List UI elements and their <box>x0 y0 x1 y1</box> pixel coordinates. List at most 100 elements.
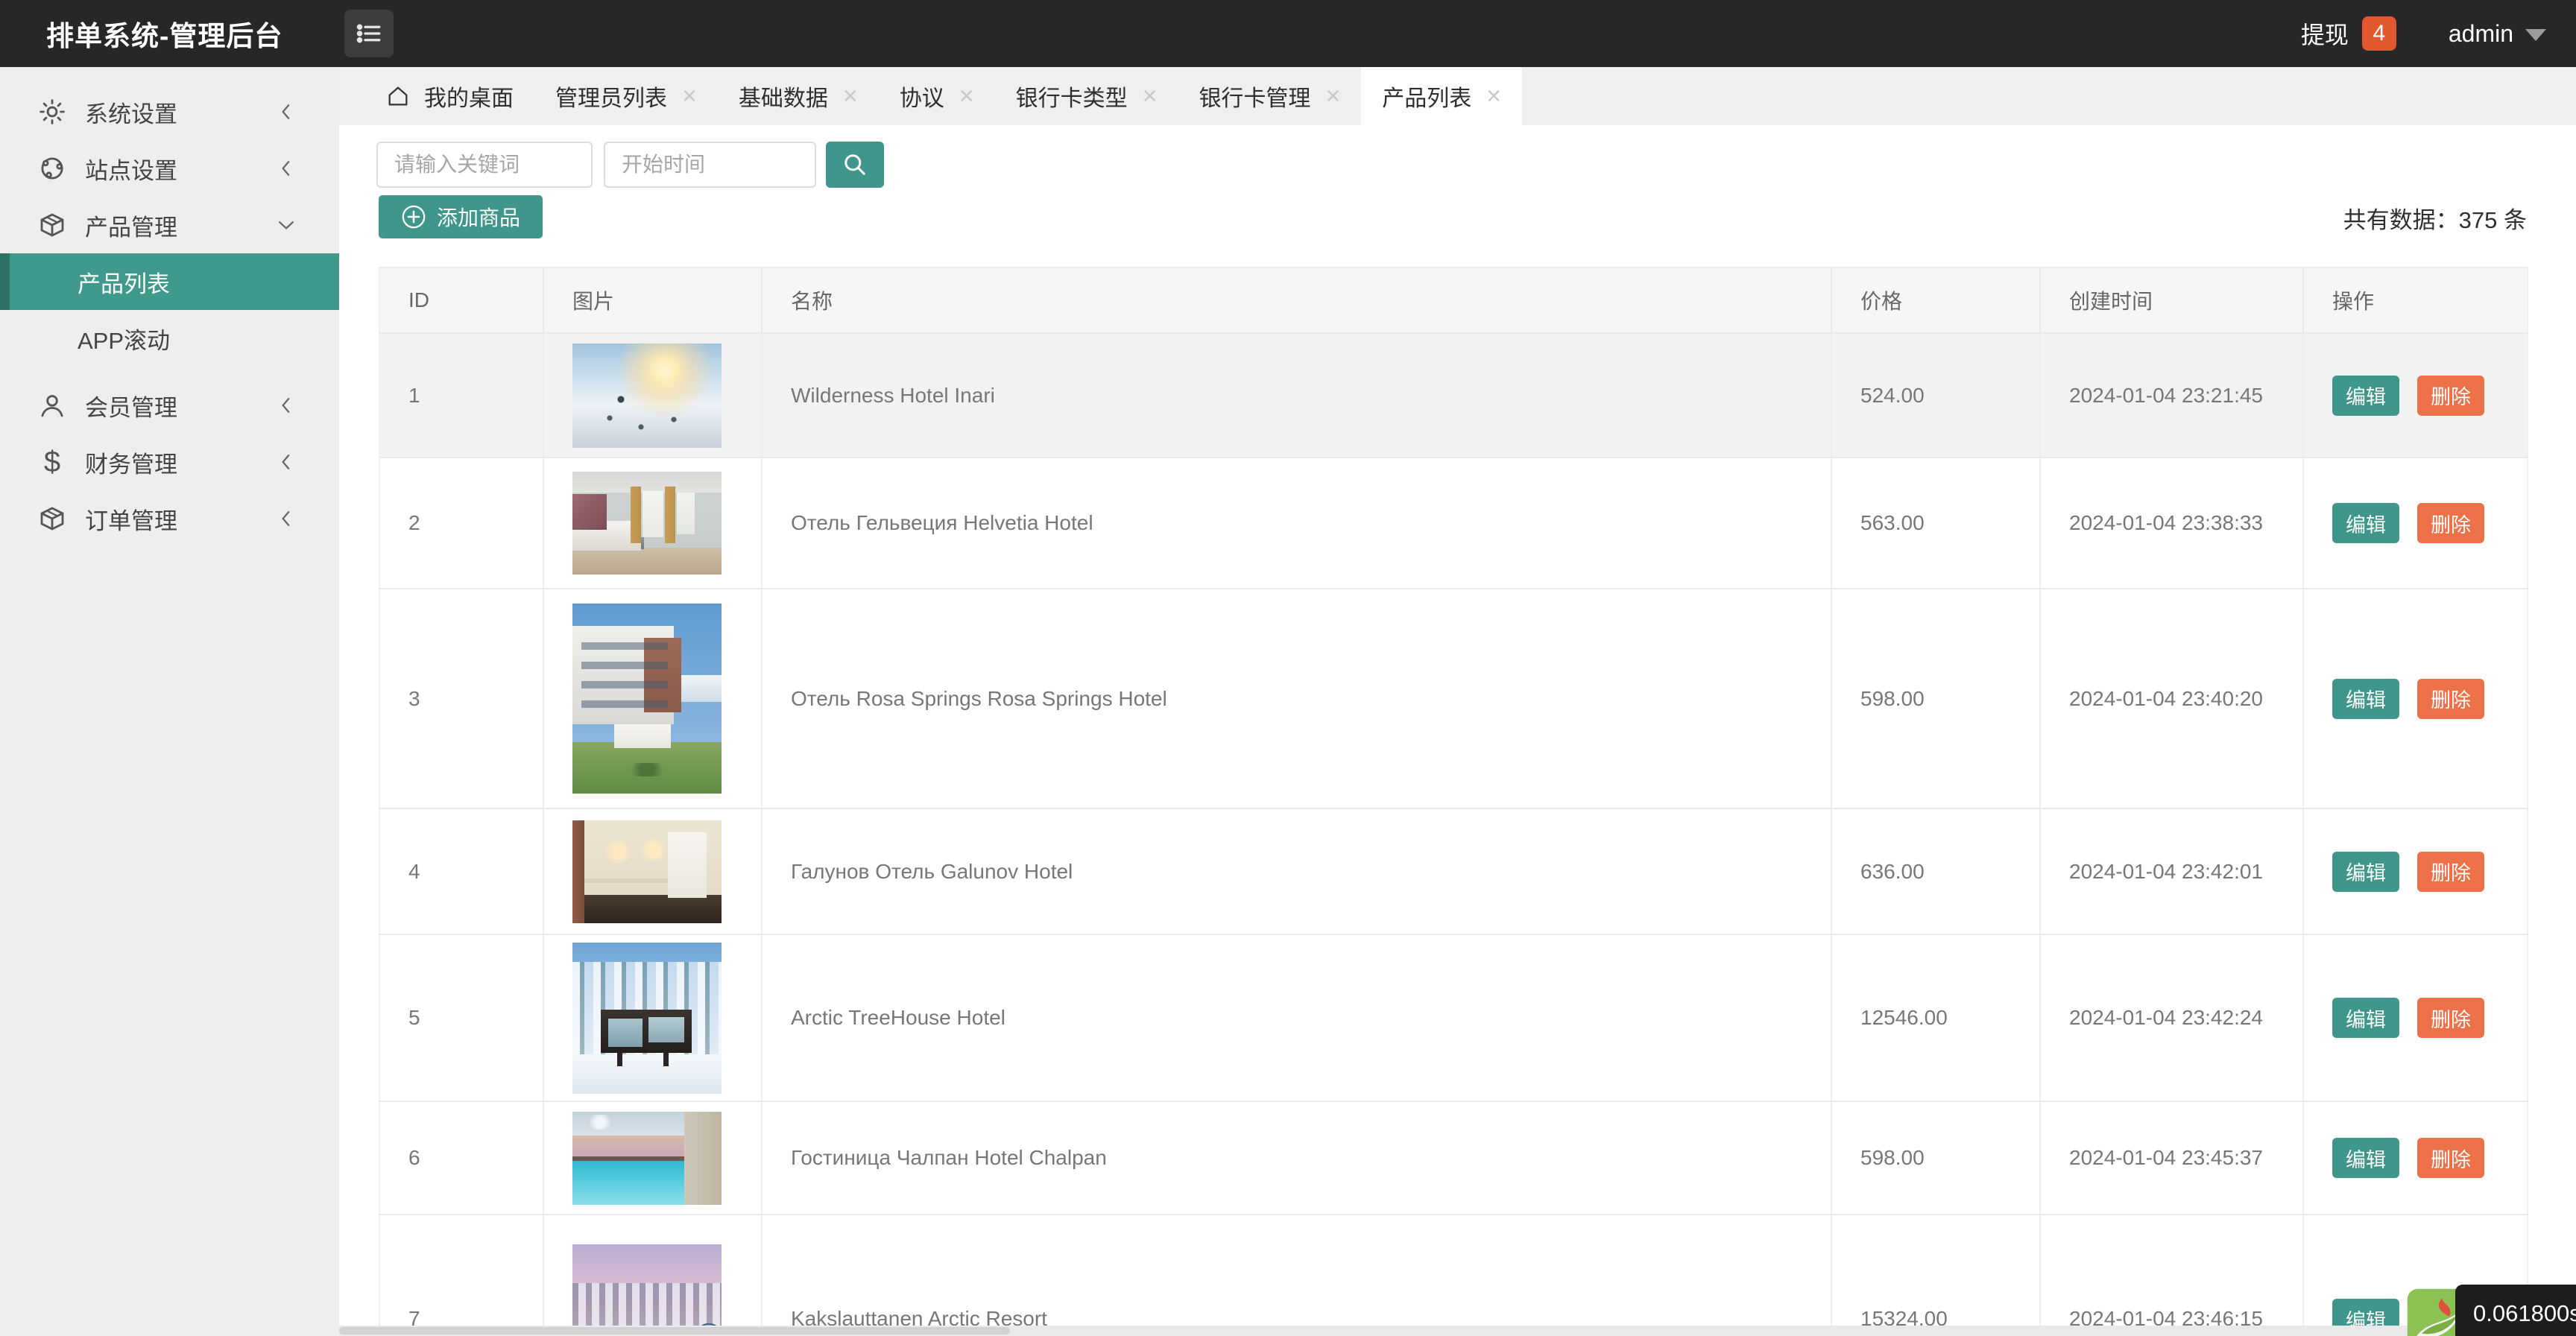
table-row: 4 Галунов Отель Galunov Hotel 636.00 202… <box>379 808 2528 934</box>
delete-button[interactable]: 删除 <box>2417 1138 2484 1178</box>
gear-icon <box>36 95 69 128</box>
delete-button[interactable]: 删除 <box>2417 852 2484 892</box>
sidebar-item-order-management[interactable]: 订单管理 <box>0 490 339 547</box>
tab-4[interactable]: 协议 × <box>879 67 995 125</box>
cell-price: 636.00 <box>1831 808 2040 934</box>
delete-button[interactable]: 删除 <box>2417 998 2484 1038</box>
tab-1[interactable]: 我的桌面 <box>364 67 534 125</box>
cell-price: 15324.00 <box>1831 1215 2040 1336</box>
sidebar-item-label: APP滚动 <box>78 322 339 355</box>
add-product-button[interactable]: 添加商品 <box>379 195 543 238</box>
plus-circle-icon <box>401 204 426 229</box>
table-row: 1 Wilderness Hotel Inari 524.00 2024-01-… <box>379 333 2528 458</box>
chevron-left-icon <box>275 451 297 473</box>
sidebar-item-member-management[interactable]: 会员管理 <box>0 377 339 434</box>
search-button[interactable] <box>826 142 884 188</box>
horizontal-scrollbar[interactable] <box>339 1326 2576 1336</box>
user-menu[interactable]: admin <box>2449 20 2546 48</box>
cell-image <box>543 589 762 808</box>
cell-id: 3 <box>379 589 543 808</box>
product-image-hotel-corridor-sconces-door <box>572 820 722 923</box>
delete-button[interactable]: 删除 <box>2417 679 2484 719</box>
tab-6[interactable]: 银行卡管理 × <box>1178 67 1361 125</box>
table-row: 5 Arctic TreeHouse Hotel 12546.00 2024-0… <box>379 934 2528 1101</box>
dollar-icon: $ <box>36 446 69 478</box>
sidebar-item-label: 产品列表 <box>78 265 339 299</box>
delete-button[interactable]: 删除 <box>2417 376 2484 416</box>
tab-2[interactable]: 管理员列表 × <box>534 67 718 125</box>
sidebar-item-app-scroll[interactable]: APP滚动 <box>0 310 339 367</box>
product-image-snowy-resort-aerial-sunrise <box>572 344 722 448</box>
edit-button[interactable]: 编辑 <box>2332 1138 2399 1178</box>
cell-id: 2 <box>379 458 543 589</box>
start-date-input[interactable] <box>604 142 816 188</box>
sidebar-gap <box>0 367 339 377</box>
tab-close-icon[interactable]: × <box>1325 83 1340 109</box>
cell-actions: 编辑 删除 <box>2303 808 2528 934</box>
cell-id: 5 <box>379 934 543 1101</box>
column-header: 操作 <box>2303 267 2528 333</box>
cell-price: 598.00 <box>1831 1101 2040 1215</box>
keyword-search-input[interactable] <box>376 142 593 188</box>
tab-close-icon[interactable]: × <box>843 83 858 109</box>
debug-time: 0.061800s <box>2473 1300 2576 1327</box>
main-content: 添加商品 共有数据：375 条 ID图片名称价格创建时间操作 1 Wildern… <box>339 125 2576 1336</box>
product-image-hotel-building-lawn-mountains <box>572 604 722 794</box>
cell-image <box>543 333 762 458</box>
sidebar-item-site-settings[interactable]: 站点设置 <box>0 140 339 197</box>
cell-name: Галунов Отель Galunov Hotel <box>762 808 1831 934</box>
cell-actions: 编辑 删除 <box>2303 458 2528 589</box>
tab-5[interactable]: 银行卡类型 × <box>995 67 1178 125</box>
cell-created: 2024-01-04 23:45:37 <box>2040 1101 2303 1215</box>
sidebar-item-product-management[interactable]: 产品管理 <box>0 197 339 253</box>
sidebar-item-label: 站点设置 <box>85 152 275 186</box>
cell-price: 598.00 <box>1831 589 2040 808</box>
menu-list-icon <box>354 19 384 48</box>
box-icon <box>36 502 69 535</box>
cell-price: 12546.00 <box>1831 934 2040 1101</box>
sidebar-item-label: 订单管理 <box>85 502 275 536</box>
product-image-hotel-room-interior <box>572 472 722 574</box>
cell-created: 2024-01-04 23:38:33 <box>2040 458 2303 589</box>
sidebar-item-finance-management[interactable]: $ 财务管理 <box>0 434 339 490</box>
user-icon <box>36 389 69 422</box>
tab-3[interactable]: 基础数据 × <box>718 67 879 125</box>
tab-close-icon[interactable]: × <box>682 83 697 109</box>
tab-close-icon[interactable]: × <box>959 83 974 109</box>
tab-close-icon[interactable]: × <box>1143 83 1158 109</box>
sidebar-item-product-list[interactable]: 产品列表 <box>0 253 339 310</box>
topbar-right: 提现 4 admin <box>2301 16 2546 51</box>
cell-name: Kakslauttanen Arctic Resort <box>762 1215 1831 1336</box>
edit-button[interactable]: 编辑 <box>2332 852 2399 892</box>
sidebar-item-label: 系统设置 <box>85 95 275 129</box>
sidebar-item-label: 会员管理 <box>85 389 275 422</box>
cell-created: 2024-01-04 23:21:45 <box>2040 333 2303 458</box>
scrollbar-thumb[interactable] <box>339 1327 1010 1335</box>
sidebar-item-system-settings[interactable]: 系统设置 <box>0 83 339 140</box>
tab-close-icon[interactable]: × <box>1486 83 1501 109</box>
edit-button[interactable]: 编辑 <box>2332 998 2399 1038</box>
sidebar-toggle-button[interactable] <box>344 10 394 57</box>
cell-name: Отель Rosa Springs Rosa Springs Hotel <box>762 589 1831 808</box>
cell-id: 4 <box>379 808 543 934</box>
cell-name: Отель Гельвеция Helvetia Hotel <box>762 458 1831 589</box>
delete-button[interactable]: 删除 <box>2417 503 2484 543</box>
cell-image <box>543 808 762 934</box>
edit-button[interactable]: 编辑 <box>2332 679 2399 719</box>
edit-button[interactable]: 编辑 <box>2332 376 2399 416</box>
debug-time-badge: 0.061800s <box>2455 1285 2576 1336</box>
tab-label: 基础数据 <box>739 80 828 113</box>
tab-7[interactable]: 产品列表 × <box>1361 67 1522 125</box>
tab-label: 协议 <box>900 80 944 113</box>
product-image-glass-igloos-winter-dusk <box>572 1244 722 1336</box>
withdraw-menu-item[interactable]: 提现 4 <box>2301 16 2396 51</box>
edit-button[interactable]: 编辑 <box>2332 503 2399 543</box>
column-header: ID <box>379 267 543 333</box>
withdraw-count-badge: 4 <box>2362 16 2396 51</box>
total-count: 共有数据：375 条 <box>2343 201 2527 235</box>
column-header: 价格 <box>1831 267 2040 333</box>
cell-actions: 编辑 删除 <box>2303 1101 2528 1215</box>
cell-price: 524.00 <box>1831 333 2040 458</box>
chevron-left-icon <box>275 507 297 530</box>
topbar: 排单系统-管理后台 提现 4 admin <box>0 0 2576 67</box>
